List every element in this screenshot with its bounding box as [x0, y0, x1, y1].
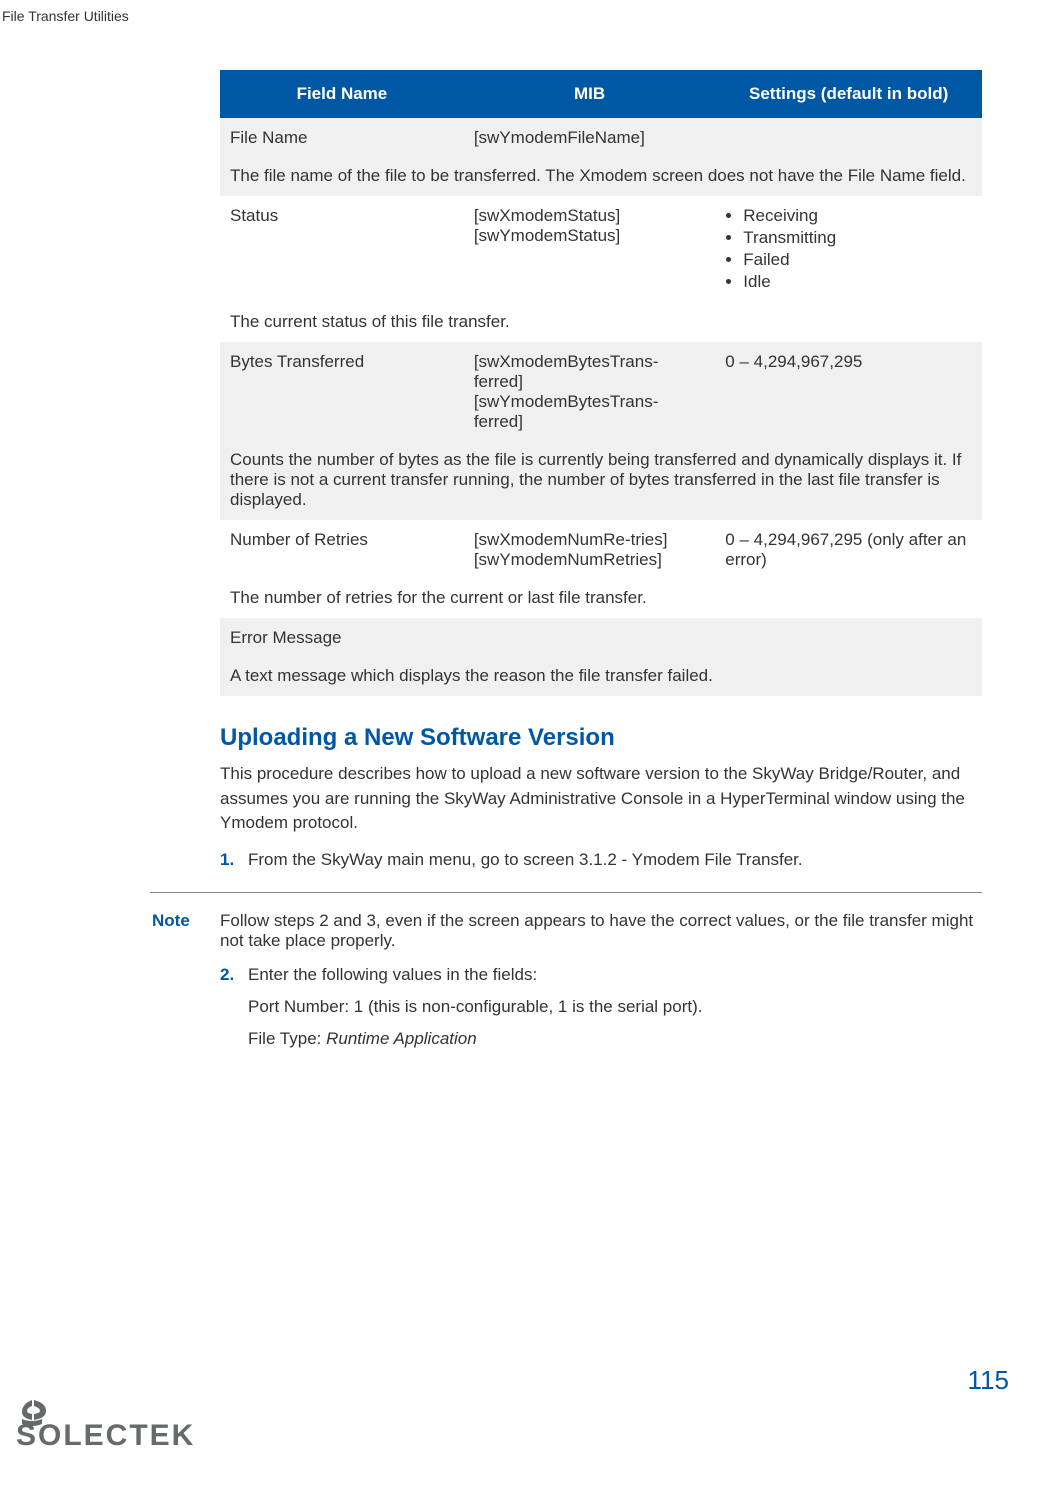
cell-field: File Name: [220, 118, 464, 158]
cell-desc: Counts the number of bytes as the file i…: [220, 442, 982, 520]
table-row: Status [swXmodemStatus] [swYmodemStatus]…: [220, 196, 982, 304]
cell-desc: The file name of the file to be transfer…: [220, 158, 982, 196]
cell-mib: [swYmodemFileName]: [464, 118, 715, 158]
cell-field: Status: [220, 196, 464, 304]
step-marker: 2.: [220, 965, 248, 1049]
table-row: Bytes Transferred [swXmodemBytesTrans-fe…: [220, 342, 982, 442]
note-block: Note Follow steps 2 and 3, even if the s…: [152, 911, 982, 951]
table-header-row: Field Name MIB Settings (default in bold…: [220, 70, 982, 118]
cell-desc: A text message which displays the reason…: [220, 658, 982, 696]
col-field-name: Field Name: [220, 70, 464, 118]
table-desc-row: A text message which displays the reason…: [220, 658, 982, 696]
table-desc-row: Counts the number of bytes as the file i…: [220, 442, 982, 520]
ordered-steps: 1. From the SkyWay main menu, go to scre…: [220, 850, 982, 870]
cell-field: Error Message: [220, 618, 982, 658]
step-subtext: File Type: Runtime Application: [248, 1029, 702, 1049]
table-desc-row: The file name of the file to be transfer…: [220, 158, 982, 196]
step-text: From the SkyWay main menu, go to screen …: [248, 850, 803, 870]
step-text: Enter the following values in the fields…: [248, 965, 702, 985]
main-content: Field Name MIB Settings (default in bold…: [220, 70, 982, 1065]
cell-settings: [715, 118, 982, 158]
cell-settings: 0 – 4,294,967,295: [715, 342, 982, 442]
cell-mib: [swXmodemStatus] [swYmodemStatus]: [464, 196, 715, 304]
cell-settings: 0 – 4,294,967,295 (only after an error): [715, 520, 982, 580]
list-item: 2. Enter the following values in the fie…: [220, 965, 982, 1049]
ordered-steps-cont: 2. Enter the following values in the fie…: [220, 965, 982, 1049]
cell-mib: [swXmodemBytesTrans-ferred] [swYmodemByt…: [464, 342, 715, 442]
step-subtext: Port Number: 1 (this is non-configurable…: [248, 997, 702, 1017]
italic-value: Runtime Application: [326, 1029, 477, 1048]
section-title: Uploading a New Software Version: [220, 724, 982, 752]
table-desc-row: The number of retries for the current or…: [220, 580, 982, 618]
header-title: File Transfer Utilities: [2, 8, 129, 24]
cell-field: Bytes Transferred: [220, 342, 464, 442]
bullet-item: Transmitting: [743, 228, 972, 248]
step-marker: 1.: [220, 850, 248, 870]
divider: [150, 892, 982, 893]
parameters-table: Field Name MIB Settings (default in bold…: [220, 70, 982, 696]
page-number: 115: [968, 1365, 1009, 1396]
col-mib: MIB: [464, 70, 715, 118]
logo-icon: SOLECTEK: [14, 1398, 244, 1453]
cell-settings: Receiving Transmitting Failed Idle: [715, 196, 982, 304]
cell-desc: The number of retries for the current or…: [220, 580, 982, 618]
bullet-item: Idle: [743, 272, 972, 292]
table-desc-row: The current status of this file transfer…: [220, 304, 982, 342]
cell-field: Number of Retries: [220, 520, 464, 580]
label-text: File Type:: [248, 1029, 326, 1048]
table-row: Number of Retries [swXmodemNumRe-tries] …: [220, 520, 982, 580]
section-intro: This procedure describes how to upload a…: [220, 762, 982, 836]
bullet-list: Receiving Transmitting Failed Idle: [725, 206, 972, 292]
cell-desc: The current status of this file transfer…: [220, 304, 982, 342]
table-row: Error Message: [220, 618, 982, 658]
note-text: Follow steps 2 and 3, even if the screen…: [220, 911, 982, 951]
cell-mib: [swXmodemNumRe-tries] [swYmodemNumRetrie…: [464, 520, 715, 580]
bullet-item: Failed: [743, 250, 972, 270]
solectek-logo: SOLECTEK: [14, 1398, 244, 1458]
note-label: Note: [152, 911, 220, 951]
logo-text: SOLECTEK: [16, 1419, 195, 1452]
list-item: 1. From the SkyWay main menu, go to scre…: [220, 850, 982, 870]
col-settings: Settings (default in bold): [715, 70, 982, 118]
bullet-item: Receiving: [743, 206, 972, 226]
table-row: File Name [swYmodemFileName]: [220, 118, 982, 158]
